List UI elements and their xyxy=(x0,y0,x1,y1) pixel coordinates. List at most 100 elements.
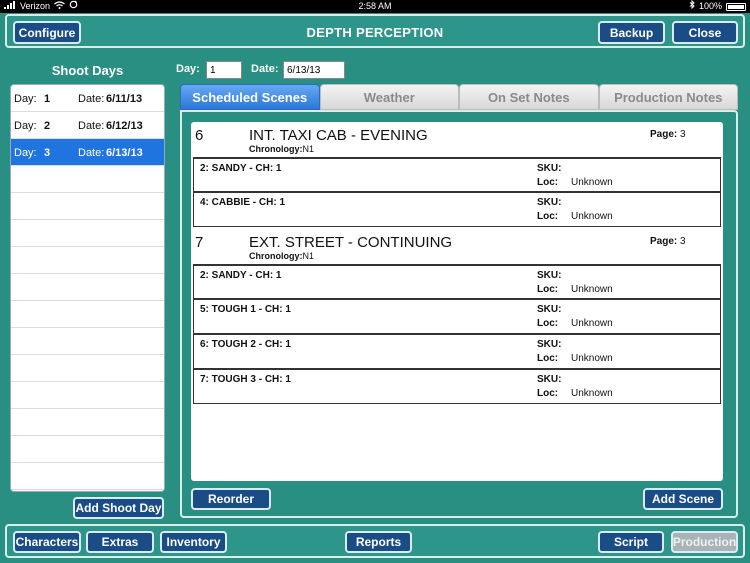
shoot-day-row[interactable]: Day: 2 Date: 6/12/13 xyxy=(11,112,164,139)
character-name: 7: TOUGH 3 - CH: 1 xyxy=(200,374,291,385)
day-field[interactable]: 1 xyxy=(206,61,242,79)
day-field-label: Day: xyxy=(176,63,200,75)
day-label: Day: xyxy=(14,147,37,159)
sku-label: SKU: xyxy=(537,339,562,350)
empty-row xyxy=(11,436,164,463)
production-button[interactable]: Production xyxy=(671,531,738,553)
date-label: Date: xyxy=(78,93,105,105)
shoot-days-list[interactable]: Day: 1 Date: 6/11/13 Day: 2 Date: 6/12/1… xyxy=(10,84,165,492)
shoot-day-row[interactable]: Day: 1 Date: 6/11/13 xyxy=(11,85,164,112)
character-row[interactable]: 6: TOUGH 2 - CH: 1 SKU: Loc: Unknown xyxy=(193,334,721,369)
sku-label: SKU: xyxy=(537,374,562,385)
page-label: Page: xyxy=(650,129,678,140)
shoot-days-title: Shoot Days xyxy=(51,63,124,78)
date-label: Date: xyxy=(78,120,105,132)
date-value: 6/13/13 xyxy=(106,147,143,159)
loc-label: Loc: xyxy=(537,284,559,295)
loc-value: Unknown xyxy=(571,284,613,295)
chronology-label: Chronology: xyxy=(249,144,303,154)
day-value: 2 xyxy=(44,120,51,132)
character-row[interactable]: 5: TOUGH 1 - CH: 1 SKU: Loc: Unknown xyxy=(193,299,721,334)
shoot-day-row-selected[interactable]: Day: 3 Date: 6/13/13 xyxy=(11,139,164,166)
loc-value: Unknown xyxy=(571,177,613,188)
date-field[interactable]: 6/13/13 xyxy=(283,61,345,79)
bluetooth-icon xyxy=(689,0,695,13)
tab-bar: Scheduled Scenes Weather On Set Notes Pr… xyxy=(180,84,738,110)
character-row[interactable]: 4: CABBIE - CH: 1 SKU: Loc: Unknown xyxy=(193,192,721,227)
inventory-button[interactable]: Inventory xyxy=(160,531,227,553)
character-name: 5: TOUGH 1 - CH: 1 xyxy=(200,304,291,315)
character-row[interactable]: 7: TOUGH 3 - CH: 1 SKU: Loc: Unknown xyxy=(193,369,721,404)
backup-button[interactable]: Backup xyxy=(598,21,665,44)
status-time: 2:58 AM xyxy=(358,1,392,11)
scene-chronology: Chronology:N1 xyxy=(249,251,314,261)
character-name: 2: SANDY - CH: 1 xyxy=(200,163,282,174)
sku-label: SKU: xyxy=(537,304,562,315)
loc-value: Unknown xyxy=(571,353,613,364)
add-scene-button[interactable]: Add Scene xyxy=(643,488,723,510)
day-value: 1 xyxy=(44,93,51,105)
loc-value: Unknown xyxy=(571,388,613,399)
day-value: 3 xyxy=(44,147,51,159)
scene-header[interactable]: 6 INT. TAXI CAB - EVENING Chronology:N1 … xyxy=(191,122,723,157)
date-value: 6/12/13 xyxy=(106,120,143,132)
tab-on-set-notes[interactable]: On Set Notes xyxy=(459,84,599,110)
loc-label: Loc: xyxy=(537,388,559,399)
day-label: Day: xyxy=(14,93,37,105)
empty-row xyxy=(11,220,164,247)
loc-value: Unknown xyxy=(571,318,613,329)
empty-row xyxy=(11,166,164,193)
loc-label: Loc: xyxy=(537,318,559,329)
empty-row xyxy=(11,193,164,220)
empty-row xyxy=(11,463,164,490)
loc-value: Unknown xyxy=(571,211,613,222)
date-field-label: Date: xyxy=(251,63,279,75)
battery-percent: 100% xyxy=(698,1,722,11)
close-button[interactable]: Close xyxy=(672,21,738,44)
sku-label: SKU: xyxy=(537,270,562,281)
tab-production-notes[interactable]: Production Notes xyxy=(598,84,738,110)
page-label: Page: xyxy=(650,236,678,247)
empty-row xyxy=(11,328,164,355)
character-name: 2: SANDY - CH: 1 xyxy=(200,270,282,281)
scene-number: 7 xyxy=(195,234,204,251)
loc-label: Loc: xyxy=(537,177,559,188)
script-button[interactable]: Script xyxy=(598,531,664,553)
tab-weather[interactable]: Weather xyxy=(319,84,459,110)
page-value: 3 xyxy=(680,129,686,140)
extras-button[interactable]: Extras xyxy=(86,531,154,553)
scene-heading: EXT. STREET - CONTINUING xyxy=(249,234,453,251)
loc-label: Loc: xyxy=(537,211,559,222)
character-name: 4: CABBIE - CH: 1 xyxy=(200,197,286,208)
empty-row xyxy=(11,247,164,274)
character-row[interactable]: 2: SANDY - CH: 1 SKU: Loc: Unknown xyxy=(193,157,721,192)
scene-heading: INT. TAXI CAB - EVENING xyxy=(249,127,428,144)
reports-button[interactable]: Reports xyxy=(345,531,412,553)
scene-page: Page: 3 xyxy=(650,129,686,140)
reorder-button[interactable]: Reorder xyxy=(191,488,271,510)
day-label: Day: xyxy=(14,120,37,132)
character-row[interactable]: 2: SANDY - CH: 1 SKU: Loc: Unknown xyxy=(193,264,721,299)
configure-button[interactable]: Configure xyxy=(13,21,81,44)
characters-button[interactable]: Characters xyxy=(13,531,81,553)
empty-row xyxy=(11,409,164,436)
empty-row xyxy=(11,355,164,382)
empty-row xyxy=(11,274,164,301)
tab-scheduled-scenes[interactable]: Scheduled Scenes xyxy=(180,84,320,110)
scene-header[interactable]: 7 EXT. STREET - CONTINUING Chronology:N1… xyxy=(191,229,723,264)
date-value: 6/11/13 xyxy=(106,93,143,105)
sku-label: SKU: xyxy=(537,163,562,174)
chronology-value: N1 xyxy=(302,144,315,154)
date-label: Date: xyxy=(78,147,105,159)
battery-icon xyxy=(726,2,746,11)
add-shoot-day-button[interactable]: Add Shoot Day xyxy=(73,497,164,519)
character-name: 6: TOUGH 2 - CH: 1 xyxy=(200,339,291,350)
loc-label: Loc: xyxy=(537,353,559,364)
scene-chronology: Chronology:N1 xyxy=(249,144,314,154)
empty-row xyxy=(11,382,164,409)
empty-row xyxy=(11,301,164,328)
scene-page: Page: 3 xyxy=(650,236,686,247)
status-bar: Verizon 2:58 AM 100% xyxy=(0,0,750,13)
chronology-value: N1 xyxy=(302,251,315,261)
scenes-list[interactable]: 6 INT. TAXI CAB - EVENING Chronology:N1 … xyxy=(191,122,723,481)
